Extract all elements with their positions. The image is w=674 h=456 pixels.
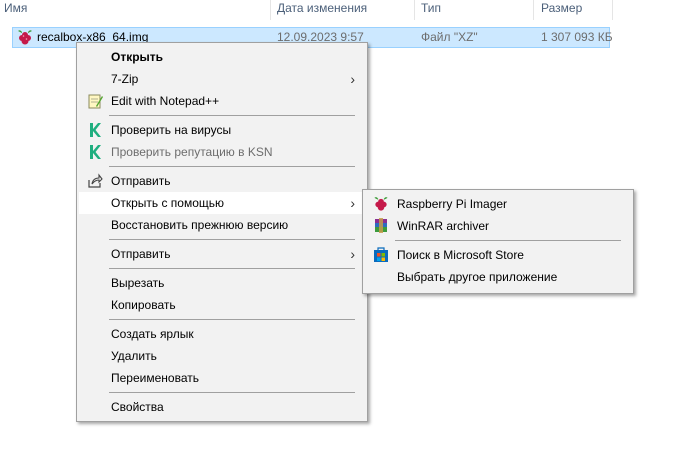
column-size[interactable]: Размер [537,0,582,20]
menu-separator [109,392,355,393]
menu-item-label: Вырезать [111,276,165,290]
menu-item-ksn[interactable]: Проверить репутацию в KSN [79,141,365,163]
file-size: 1 307 093 КБ [541,30,613,44]
chevron-right-icon: › [350,246,355,262]
menu-item-label: Проверить репутацию в KSN [111,145,273,159]
submenu-item-rpi-imager[interactable]: Raspberry Pi Imager [365,193,631,215]
menu-item-label: Удалить [111,349,157,363]
menu-separator [109,239,355,240]
menu-item-label: Отправить [111,174,171,188]
submenu-item-store[interactable]: Поиск в Microsoft Store [365,244,631,266]
winrar-icon [373,218,389,234]
menu-item-label: Edit with Notepad++ [111,94,220,108]
menu-item-label: Восстановить прежнюю версию [111,218,289,232]
microsoft-store-icon [373,247,389,263]
raspberry-icon [373,196,389,212]
menu-item-rename[interactable]: Переименовать [79,367,365,389]
menu-item-open[interactable]: Открыть [79,46,365,68]
menu-item-notepad[interactable]: Edit with Notepad++ [79,90,365,112]
menu-item-scan-virus[interactable]: Проверить на вирусы [79,119,365,141]
column-divider[interactable] [270,0,271,20]
submenu-item-choose-app[interactable]: Выбрать другое приложение [365,266,631,288]
file-type: Файл "XZ" [421,30,478,44]
menu-separator [109,268,355,269]
submenu-item-label: Выбрать другое приложение [397,270,558,284]
kaspersky-icon [87,122,103,138]
menu-separator [109,166,355,167]
submenu-item-winrar[interactable]: WinRAR archiver [365,215,631,237]
menu-item-properties[interactable]: Свойства [79,396,365,418]
column-header-bar: Имя Дата изменения Тип Размер [0,0,674,20]
menu-item-cut[interactable]: Вырезать [79,272,365,294]
context-menu: Открыть 7-Zip › Edit with Notepad++ Пров… [76,42,368,422]
menu-item-restore[interactable]: Восстановить прежнюю версию [79,214,365,236]
menu-item-label: Открыть с помощью [111,196,225,210]
menu-item-label: Открыть [111,50,164,64]
submenu-item-label: WinRAR archiver [397,219,490,233]
menu-item-label: Отправить [111,247,171,261]
menu-separator [109,319,355,320]
column-modified[interactable]: Дата изменения [273,0,367,20]
raspberry-icon [17,29,33,48]
menu-item-label: Переименовать [111,371,199,385]
open-with-submenu: Raspberry Pi Imager WinRAR archiver Поис… [362,189,634,294]
menu-item-copy[interactable]: Копировать [79,294,365,316]
menu-separator [109,115,355,116]
menu-item-label: Создать ярлык [111,327,194,341]
submenu-item-label: Поиск в Microsoft Store [397,248,524,262]
share-icon [87,173,103,189]
menu-item-create-shortcut[interactable]: Создать ярлык [79,323,365,345]
column-divider[interactable] [533,0,534,20]
menu-item-label: 7-Zip [111,72,139,86]
column-name[interactable]: Имя [0,0,27,20]
submenu-item-label: Raspberry Pi Imager [397,197,508,211]
menu-item-open-with[interactable]: Открыть с помощью › [79,192,365,214]
chevron-right-icon: › [350,71,355,87]
menu-item-label: Проверить на вирусы [111,123,232,137]
menu-item-label: Копировать [111,298,176,312]
menu-item-label: Свойства [111,400,164,414]
menu-item-7zip[interactable]: 7-Zip › [79,68,365,90]
column-divider[interactable] [612,0,613,20]
menu-item-share[interactable]: Отправить [79,170,365,192]
menu-item-delete[interactable]: Удалить [79,345,365,367]
chevron-right-icon: › [350,195,355,211]
notepad-plus-plus-icon [87,93,103,109]
menu-separator [395,240,621,241]
menu-item-send-to[interactable]: Отправить › [79,243,365,265]
kaspersky-icon [87,144,103,160]
column-divider[interactable] [414,0,415,20]
column-type[interactable]: Тип [417,0,441,20]
